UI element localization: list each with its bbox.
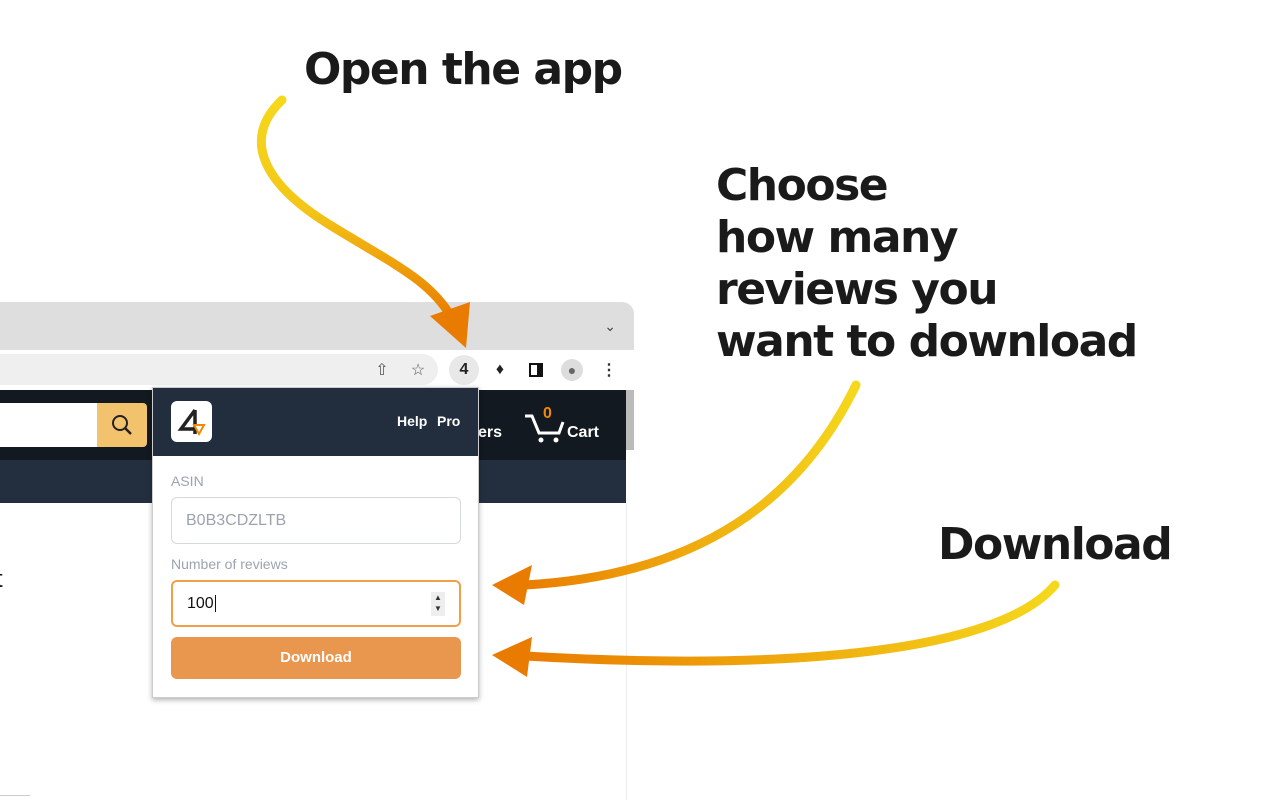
number-stepper[interactable]: ▲ ▼ <box>431 592 445 616</box>
annotation-line: how many <box>716 212 959 263</box>
tab-bar: ⌄ <box>0 302 634 352</box>
search-icon <box>112 415 132 435</box>
annotation-choose: Choose how many reviews you want to down… <box>716 160 1138 368</box>
cart-label: Cart <box>567 424 600 441</box>
nav-partial-text[interactable]: ers <box>478 424 502 442</box>
arrowhead <box>492 637 532 677</box>
annotation-download: Download <box>938 519 1173 570</box>
arrowhead <box>492 565 532 605</box>
extension-popup: Help Pro ASIN B0B3CDZLTB Number of revie… <box>152 387 479 698</box>
popup-header: Help Pro <box>153 388 478 456</box>
menu-icon[interactable]: ⋮ <box>597 358 621 382</box>
annotation-open-app: Open the app <box>304 44 623 95</box>
body-partial-text: t <box>0 566 3 594</box>
asin-input[interactable]: B0B3CDZLTB <box>171 497 461 544</box>
arrow-download <box>520 580 1060 666</box>
cart-count: 0 <box>543 405 552 422</box>
puzzle-icon[interactable]: ♦ <box>488 358 512 382</box>
annotation-line: want to download <box>716 316 1138 367</box>
arrow-open-app <box>256 95 457 323</box>
sidebar-icon[interactable] <box>524 358 548 382</box>
reviews-label: Number of reviews <box>171 556 288 572</box>
asin-label: ASIN <box>171 473 204 489</box>
annotation-line: Choose <box>716 160 889 211</box>
pro-link[interactable]: Pro <box>437 413 460 429</box>
extension-app-icon[interactable]: 4 <box>449 355 479 385</box>
chevron-down-icon[interactable]: ⌄ <box>604 318 616 335</box>
profile-icon[interactable]: ● <box>560 358 584 382</box>
reviews-value: 100 <box>187 595 214 612</box>
cart-link[interactable]: 0 Cart <box>523 405 603 445</box>
divider <box>0 795 30 796</box>
download-button[interactable]: Download <box>171 637 461 679</box>
site-search-input[interactable] <box>0 403 97 447</box>
annotation-line: reviews you <box>716 264 999 315</box>
site-search-button[interactable] <box>97 403 147 447</box>
logo-icon <box>177 408 206 436</box>
star-icon[interactable]: ☆ <box>406 358 430 382</box>
help-link[interactable]: Help <box>397 413 427 429</box>
divider <box>626 503 627 800</box>
scrollbar[interactable] <box>626 390 634 450</box>
share-icon[interactable]: ⇧ <box>370 358 394 382</box>
reviews-input[interactable]: 100 ▲ ▼ <box>171 580 461 627</box>
app-logo <box>171 401 212 442</box>
